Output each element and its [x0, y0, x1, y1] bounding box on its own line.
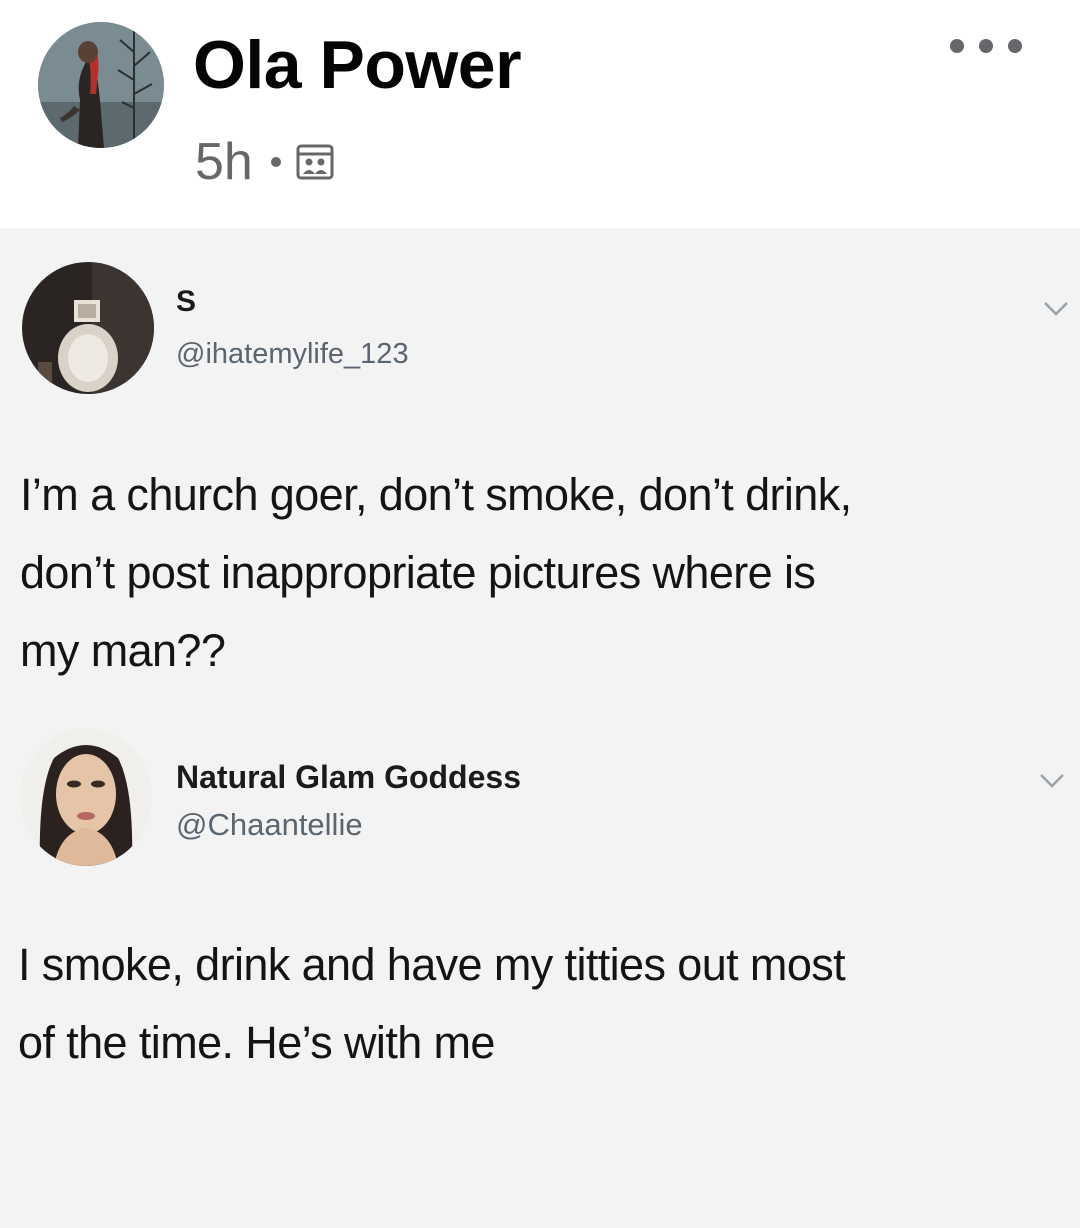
more-options-icon[interactable]	[944, 22, 1028, 70]
tweet-author-name[interactable]: Natural Glam Goddess	[176, 758, 521, 796]
more-dot	[950, 39, 964, 53]
post-meta: 5h	[195, 126, 335, 198]
photo-audience-icon[interactable]	[295, 141, 335, 183]
tweet-text-line: I smoke, drink and have my titties out m…	[18, 939, 846, 990]
tweet-avatar[interactable]	[20, 728, 152, 866]
more-dot	[1008, 39, 1022, 53]
post-image[interactable]: S @ihatemylife_123 I’m a church goer, do…	[0, 228, 1080, 1228]
more-dot	[979, 39, 993, 53]
chevron-down-icon[interactable]	[1038, 772, 1066, 790]
tweet-text-line: I’m a church goer, don’t smoke, don’t dr…	[20, 469, 852, 520]
post-timestamp[interactable]: 5h	[195, 132, 253, 192]
tweet-author-handle[interactable]: @Chaantellie	[176, 806, 363, 844]
tweet-text: I’m a church goer, don’t smoke, don’t dr…	[20, 456, 852, 690]
author-avatar[interactable]	[38, 22, 164, 148]
tweet-text: I smoke, drink and have my titties out m…	[18, 926, 846, 1082]
post-header: Ola Power 5h	[0, 0, 1080, 228]
tweet-text-line: of the time. He’s with me	[18, 1017, 495, 1068]
tweet-author-name[interactable]: S	[176, 284, 196, 320]
tweet-author-handle[interactable]: @ihatemylife_123	[176, 336, 409, 372]
tweet-avatar[interactable]	[22, 262, 154, 394]
tweet-text-line: don’t post inappropriate pictures where …	[20, 547, 816, 598]
tweet-text-line: my man??	[20, 625, 226, 676]
chevron-down-icon[interactable]	[1042, 300, 1070, 318]
separator-dot	[270, 157, 281, 167]
author-name[interactable]: Ola Power	[193, 24, 522, 106]
